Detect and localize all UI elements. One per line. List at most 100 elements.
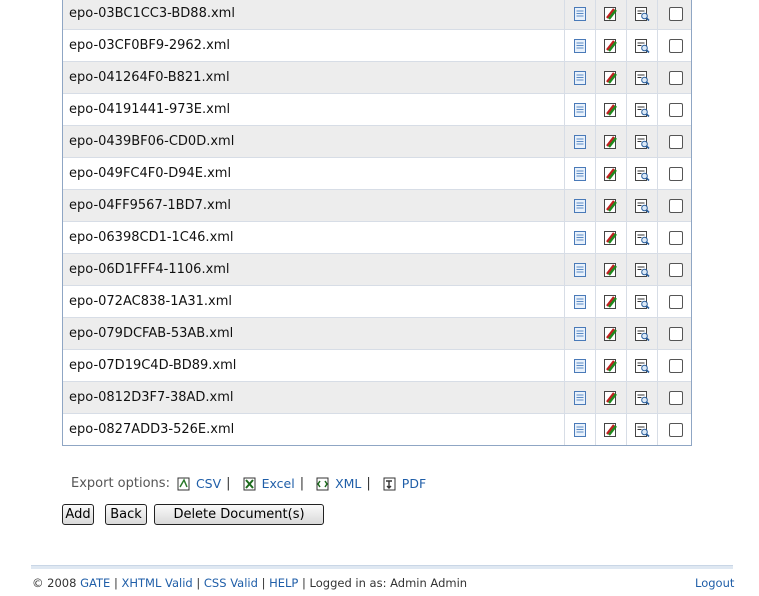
table-row: epo-079DCFAB-53AB.xml [63, 317, 691, 349]
edit-icon[interactable] [596, 190, 627, 221]
delete-documents-button[interactable]: Delete Document(s) [154, 504, 324, 525]
view-icon[interactable] [627, 190, 658, 221]
view-icon[interactable] [627, 350, 658, 381]
select-checkbox[interactable] [668, 70, 683, 85]
edit-icon[interactable] [596, 382, 627, 413]
select-checkbox[interactable] [668, 294, 683, 309]
edit-icon[interactable] [596, 126, 627, 157]
select-checkbox[interactable] [668, 390, 683, 405]
view-icon[interactable] [627, 254, 658, 285]
document-icon[interactable] [565, 254, 596, 285]
document-icon[interactable] [565, 158, 596, 189]
edit-icon[interactable] [596, 30, 627, 61]
document-icon[interactable] [565, 190, 596, 221]
footer-divider [31, 565, 733, 569]
view-icon[interactable] [627, 318, 658, 349]
document-name[interactable]: epo-0827ADD3-526E.xml [63, 414, 565, 445]
csv-icon [177, 477, 190, 490]
table-row: epo-041264F0-B821.xml [63, 61, 691, 93]
document-name[interactable]: epo-079DCFAB-53AB.xml [63, 318, 565, 349]
logged-in-text: Logged in as: Admin Admin [309, 576, 468, 590]
edit-icon[interactable] [596, 414, 627, 445]
edit-icon[interactable] [596, 350, 627, 381]
export-xml-link[interactable]: XML [335, 476, 361, 491]
document-name[interactable]: epo-04191441-973E.xml [63, 94, 565, 125]
view-icon[interactable] [627, 382, 658, 413]
select-checkbox[interactable] [668, 422, 683, 437]
help-link[interactable]: HELP [269, 576, 298, 590]
back-button[interactable]: Back [105, 504, 147, 525]
table-row: epo-0812D3F7-38AD.xml [63, 381, 691, 413]
document-icon[interactable] [565, 350, 596, 381]
view-icon[interactable] [627, 126, 658, 157]
edit-icon[interactable] [596, 286, 627, 317]
select-checkbox[interactable] [668, 6, 683, 21]
view-icon[interactable] [627, 30, 658, 61]
copyright: © 2008 [32, 576, 77, 590]
document-icon[interactable] [565, 94, 596, 125]
export-pdf-link[interactable]: PDF [402, 476, 426, 491]
document-name[interactable]: epo-072AC838-1A31.xml [63, 286, 565, 317]
table-row: epo-04191441-973E.xml [63, 93, 691, 125]
document-icon[interactable] [565, 62, 596, 93]
view-icon[interactable] [627, 158, 658, 189]
edit-icon[interactable] [596, 158, 627, 189]
edit-icon[interactable] [596, 318, 627, 349]
select-checkbox[interactable] [668, 358, 683, 373]
select-checkbox[interactable] [668, 166, 683, 181]
document-name[interactable]: epo-04FF9567-1BD7.xml [63, 190, 565, 221]
edit-icon[interactable] [596, 222, 627, 253]
edit-icon[interactable] [596, 94, 627, 125]
edit-icon[interactable] [596, 0, 627, 29]
document-icon[interactable] [565, 318, 596, 349]
table-row: epo-0439BF06-CD0D.xml [63, 125, 691, 157]
select-checkbox[interactable] [668, 134, 683, 149]
document-name[interactable]: epo-049FC4F0-D94E.xml [63, 158, 565, 189]
document-name[interactable]: epo-041264F0-B821.xml [63, 62, 565, 93]
edit-icon[interactable] [596, 254, 627, 285]
footer: © 2008 GATE | XHTML Valid | CSS Valid | … [32, 576, 468, 590]
add-button[interactable]: Add [62, 504, 94, 525]
document-icon[interactable] [565, 382, 596, 413]
xml-icon [316, 477, 329, 490]
table-row: epo-03BC1CC3-BD88.xml [63, 0, 691, 29]
view-icon[interactable] [627, 94, 658, 125]
view-icon[interactable] [627, 222, 658, 253]
gate-link[interactable]: GATE [80, 576, 110, 590]
document-name[interactable]: epo-06D1FFF4-1106.xml [63, 254, 565, 285]
document-icon[interactable] [565, 222, 596, 253]
select-checkbox[interactable] [668, 38, 683, 53]
document-icon[interactable] [565, 286, 596, 317]
select-checkbox[interactable] [668, 326, 683, 341]
view-icon[interactable] [627, 286, 658, 317]
excel-icon [243, 477, 256, 490]
document-name[interactable]: epo-06398CD1-1C46.xml [63, 222, 565, 253]
document-icon[interactable] [565, 0, 596, 29]
table-row: epo-06398CD1-1C46.xml [63, 221, 691, 253]
css-valid-link[interactable]: CSS Valid [204, 576, 258, 590]
select-checkbox[interactable] [668, 230, 683, 245]
view-icon[interactable] [627, 0, 658, 29]
table-row: epo-0827ADD3-526E.xml [63, 413, 691, 445]
edit-icon[interactable] [596, 62, 627, 93]
select-checkbox[interactable] [668, 262, 683, 277]
logout-link[interactable]: Logout [695, 576, 734, 590]
export-csv-link[interactable]: CSV [196, 476, 221, 491]
select-checkbox[interactable] [668, 102, 683, 117]
view-icon[interactable] [627, 62, 658, 93]
document-name[interactable]: epo-0439BF06-CD0D.xml [63, 126, 565, 157]
table-row: epo-03CF0BF9-2962.xml [63, 29, 691, 61]
document-icon[interactable] [565, 30, 596, 61]
export-options: Export options: CSV | Excel | XML | PDF [71, 476, 427, 491]
document-name[interactable]: epo-03CF0BF9-2962.xml [63, 30, 565, 61]
select-checkbox[interactable] [668, 198, 683, 213]
export-excel-link[interactable]: Excel [262, 476, 295, 491]
document-name[interactable]: epo-0812D3F7-38AD.xml [63, 382, 565, 413]
view-icon[interactable] [627, 414, 658, 445]
document-name[interactable]: epo-07D19C4D-BD89.xml [63, 350, 565, 381]
document-icon[interactable] [565, 414, 596, 445]
document-icon[interactable] [565, 126, 596, 157]
pdf-icon [383, 477, 396, 490]
document-name[interactable]: epo-03BC1CC3-BD88.xml [63, 0, 565, 29]
xhtml-valid-link[interactable]: XHTML Valid [121, 576, 192, 590]
